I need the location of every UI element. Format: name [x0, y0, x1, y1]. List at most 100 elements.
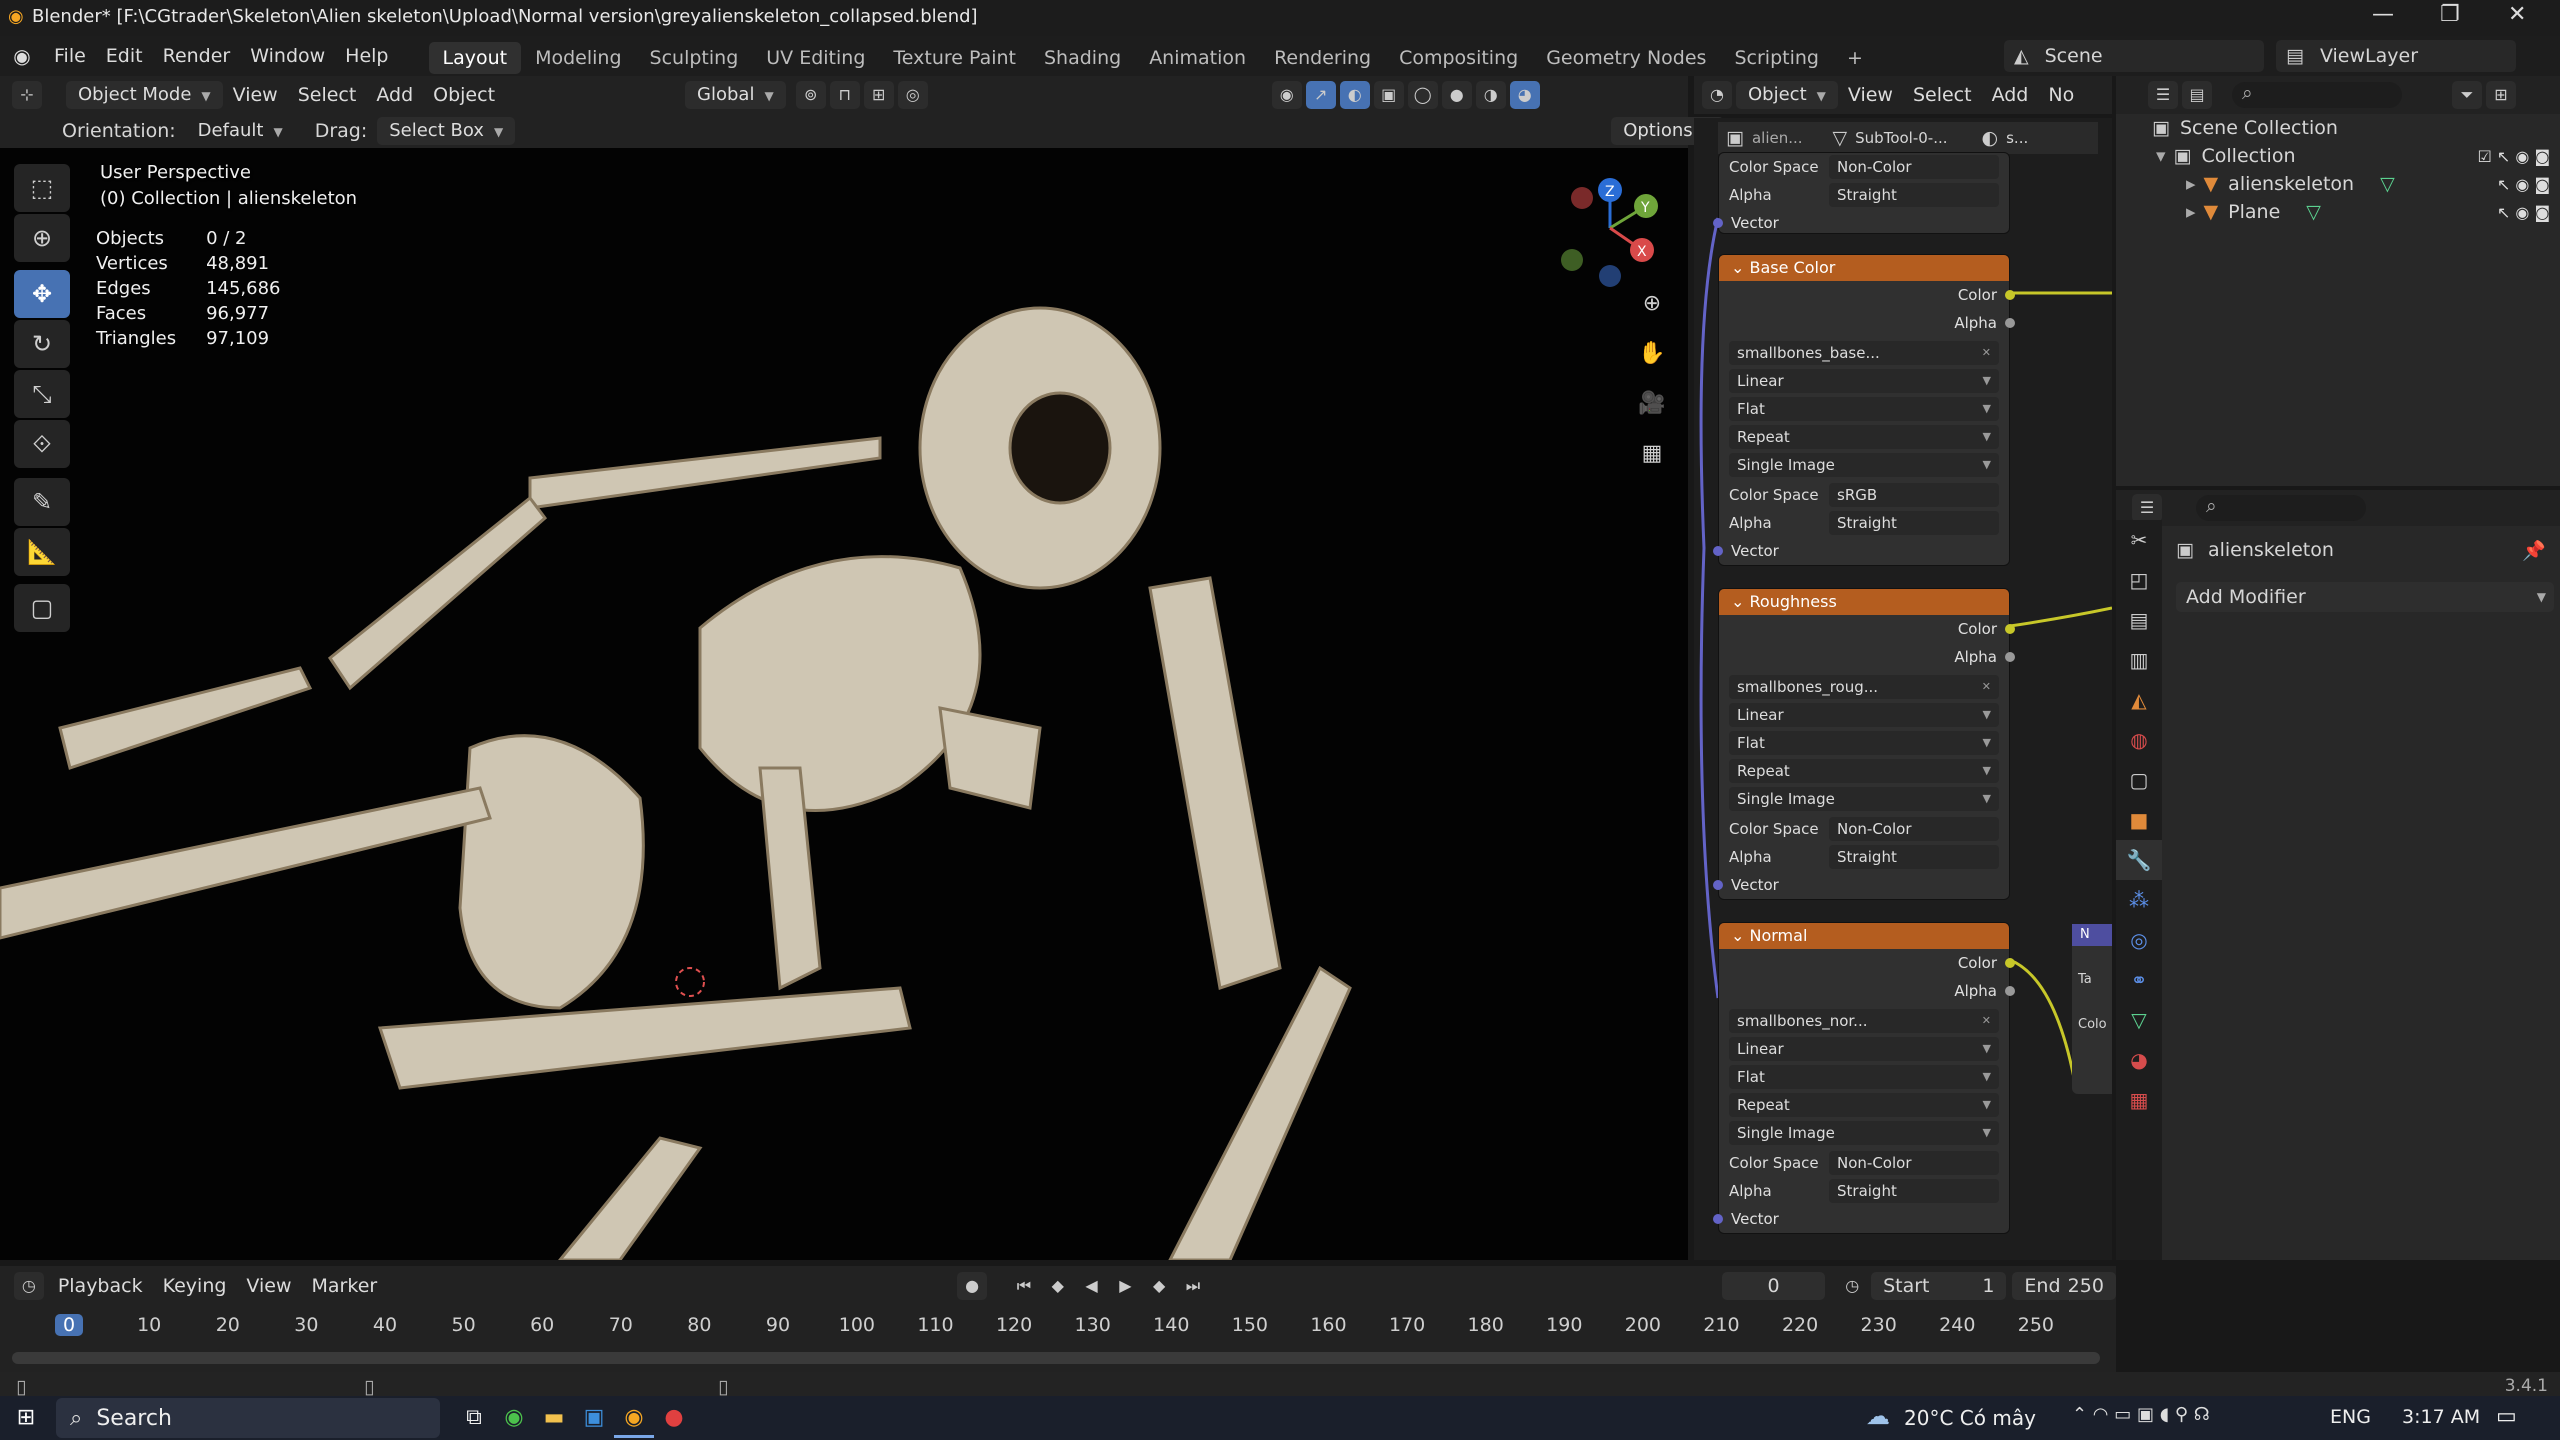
visibility-toggles[interactable]: ↖ ◉ ◙	[2497, 175, 2550, 194]
roughness-node[interactable]: ⌄ Roughness Color Alpha smallbones_roug.…	[1713, 588, 2015, 900]
add-cube-tool[interactable]: ▢	[14, 584, 70, 632]
tab-animation[interactable]: Animation	[1135, 42, 1260, 74]
projection-select[interactable]: Flat ▼	[1729, 397, 1999, 421]
display-mode-icon[interactable]: ▤	[2182, 81, 2212, 109]
extension-select[interactable]: Repeat ▼	[1729, 759, 1999, 783]
visibility-icon[interactable]: ◉	[1271, 81, 1302, 109]
zoom-icon[interactable]: ⊕	[1632, 284, 1672, 324]
scene-tab-icon[interactable]: ◭	[2116, 680, 2162, 720]
pin-icon[interactable]: 📌	[2522, 539, 2546, 562]
tab-geometry-nodes[interactable]: Geometry Nodes	[1532, 42, 1720, 74]
menu-render[interactable]: Render	[153, 36, 241, 76]
rotate-tool[interactable]: ↻	[14, 320, 70, 368]
menu-edit[interactable]: Edit	[96, 36, 153, 76]
system-tray-icons[interactable]: ⌃ ◠ ▭ ▣ ◖ ⚲ ☊	[2072, 1404, 2210, 1425]
outliner-row-alienskeleton[interactable]: ▸ ▼ alienskeleton ▽ ↖ ◉ ◙	[2116, 170, 2560, 198]
outliner-row-collection[interactable]: ▾ ▣ Collection ☑ ↖ ◉ ◙	[2116, 142, 2560, 170]
task-view-icon[interactable]: ⧉	[454, 1398, 494, 1438]
tab-scripting[interactable]: Scripting	[1720, 42, 1833, 74]
gizmo-toggle-icon[interactable]: ↗	[1305, 81, 1336, 109]
expand-icon[interactable]: ▸	[2186, 173, 2196, 195]
node-menu-add[interactable]: Add	[1982, 75, 2039, 115]
node-title[interactable]: ⌄ Base Color	[1719, 255, 2009, 281]
editor-type-icon[interactable]: ⊹	[12, 81, 42, 109]
blender-menu-icon[interactable]: ◉	[0, 44, 44, 68]
node-menu-view[interactable]: View	[1838, 75, 1903, 115]
node-menu-node[interactable]: No	[2038, 75, 2084, 115]
taskbar-search[interactable]: ⌕ Search	[56, 1398, 440, 1438]
node-title[interactable]: ⌄ Roughness	[1719, 589, 2009, 615]
scale-tool[interactable]: ⤡	[14, 370, 70, 418]
outliner-row-plane[interactable]: ▸ ▼ Plane ▽ ↖ ◉ ◙	[2116, 198, 2560, 226]
photoshop-icon[interactable]: ▣	[574, 1398, 614, 1438]
language-indicator[interactable]: ENG	[2330, 1406, 2371, 1428]
collection-tab-icon[interactable]: ▢	[2116, 760, 2162, 800]
interpolation-select[interactable]: Linear ▼	[1729, 369, 1999, 393]
cursor-tool[interactable]: ⊕	[14, 214, 70, 262]
minimize-button[interactable]: —	[2372, 2, 2394, 27]
file-explorer-icon[interactable]: ▬	[534, 1398, 574, 1438]
blender-taskbar-icon[interactable]: ◉	[614, 1398, 654, 1438]
tab-shading[interactable]: Shading	[1030, 42, 1135, 74]
viewport-menu-view[interactable]: View	[223, 75, 288, 115]
physics-tab-icon[interactable]: ◎	[2116, 920, 2162, 960]
interpolation-select[interactable]: Linear ▼	[1729, 1037, 1999, 1061]
material-shading-icon[interactable]: ◑	[1475, 81, 1506, 109]
tab-rendering[interactable]: Rendering	[1260, 42, 1385, 74]
xray-icon[interactable]: ▣	[1373, 81, 1404, 109]
scene-selector[interactable]: ◭ Scene	[2004, 40, 2264, 72]
tool-tab-icon[interactable]: ✂	[2116, 520, 2162, 560]
navigation-gizmo[interactable]: Z Y X	[1550, 168, 1670, 288]
viewlayer-selector[interactable]: ▤ ViewLayer	[2276, 40, 2516, 72]
extension-select[interactable]: Repeat ▼	[1729, 1093, 1999, 1117]
menu-window[interactable]: Window	[240, 36, 335, 76]
notification-icon[interactable]: ▭	[2496, 1404, 2517, 1429]
snap-target-icon[interactable]: ⊞	[863, 81, 894, 109]
visibility-toggles[interactable]: ↖ ◉ ◙	[2497, 203, 2550, 222]
clock-label[interactable]: 3:17 AM	[2402, 1406, 2480, 1428]
pan-hand-icon[interactable]: ✋	[1632, 334, 1672, 374]
tab-sculpting[interactable]: Sculpting	[636, 42, 753, 74]
node-menu-select[interactable]: Select	[1903, 75, 1982, 115]
image-datablock[interactable]: smallbones_nor... ✕	[1729, 1009, 1999, 1033]
new-collection-icon[interactable]: ⊞	[2486, 81, 2516, 109]
rendered-shading-icon[interactable]: ◕	[1509, 81, 1540, 109]
source-select[interactable]: Single Image ▼	[1729, 787, 1999, 811]
projection-select[interactable]: Flat ▼	[1729, 731, 1999, 755]
viewport-menu-select[interactable]: Select	[288, 75, 367, 115]
base-color-node[interactable]: ⌄ Base Color Color Alpha smallbones_base…	[1713, 254, 2015, 566]
viewport-menu-object[interactable]: Object	[423, 75, 505, 115]
object-tab-icon[interactable]: ■	[2116, 800, 2162, 840]
transform-orientation-dropdown[interactable]: Global ▼	[685, 81, 786, 109]
wireframe-shading-icon[interactable]: ◯	[1407, 81, 1438, 109]
normal-node[interactable]: ⌄ Normal Color Alpha smallbones_nor... ✕ …	[1713, 922, 2015, 1234]
world-tab-icon[interactable]: ◍	[2116, 720, 2162, 760]
visibility-toggles[interactable]: ☑ ↖ ◉ ◙	[2478, 147, 2551, 166]
node-title[interactable]: ⌄ Normal	[1719, 923, 2009, 949]
image-selector-bar[interactable]: ▣ alien... ▽ SubTool-0-... ◐ s...	[1718, 122, 2098, 154]
transform-tool[interactable]: ⟐	[14, 420, 70, 468]
menu-help[interactable]: Help	[335, 36, 398, 76]
interpolation-select[interactable]: Linear ▼	[1729, 703, 1999, 727]
material-tab-icon[interactable]: ◕	[2116, 1040, 2162, 1080]
shader-node-editor[interactable]: ▣ alien... ▽ SubTool-0-... ◐ s... Color …	[1694, 118, 2112, 1260]
particles-tab-icon[interactable]: ⁂	[2116, 880, 2162, 920]
weather-label[interactable]: 20°C Có mây	[1904, 1406, 2036, 1430]
output-tab-icon[interactable]: ▤	[2116, 600, 2162, 640]
shader-type-dropdown[interactable]: Object ▼	[1736, 81, 1838, 109]
properties-search-input[interactable]: ⌕	[2196, 495, 2366, 521]
source-select[interactable]: Single Image ▼	[1729, 1121, 1999, 1145]
substance-icon[interactable]: ●	[654, 1398, 694, 1438]
object-mode-dropdown[interactable]: Object Mode ▼	[66, 81, 223, 109]
image-datablock[interactable]: smallbones_roug... ✕	[1729, 675, 1999, 699]
select-box-tool[interactable]: ⬚	[14, 164, 70, 212]
measure-tool[interactable]: 📐	[14, 528, 70, 576]
image-datablock[interactable]: smallbones_base... ✕	[1729, 341, 1999, 365]
view-layer-tab-icon[interactable]: ▥	[2116, 640, 2162, 680]
annotate-tool[interactable]: ✎	[14, 478, 70, 526]
render-tab-icon[interactable]: ◰	[2116, 560, 2162, 600]
data-tab-icon[interactable]: ▽	[2116, 1000, 2162, 1040]
filter-icon[interactable]: ⏷	[2452, 81, 2482, 109]
camera-icon[interactable]: 🎥	[1632, 384, 1672, 424]
projection-select[interactable]: Flat ▼	[1729, 1065, 1999, 1089]
